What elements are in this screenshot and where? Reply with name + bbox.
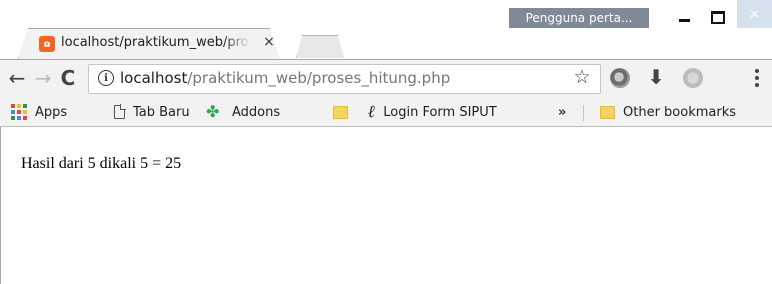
puzzle-icon: ✤ <box>206 102 220 121</box>
xampp-favicon-icon: ɷ <box>39 36 55 52</box>
site-info-icon[interactable]: i <box>98 70 114 86</box>
bookmark-label: Apps <box>35 104 68 120</box>
bookmark-label: Tab Baru <box>133 104 190 120</box>
globe-extension-icon[interactable] <box>683 68 703 88</box>
window-border <box>0 127 1 284</box>
bookmark-label: Addons <box>232 104 281 120</box>
bookmark-star-icon[interactable]: ☆ <box>571 66 593 88</box>
forward-button[interactable]: → <box>31 66 55 90</box>
result-text: Hasil dari 5 dikali 5 = 25 <box>21 155 182 172</box>
tab-close-icon[interactable]: × <box>262 33 276 51</box>
double-chevron-icon: » <box>558 104 567 120</box>
url-host: localhost <box>120 69 188 87</box>
menu-kebab-icon[interactable] <box>750 66 764 90</box>
bookmark-folder[interactable] <box>333 102 356 122</box>
url-path: /praktikum_web/proses_hitung.php <box>187 69 451 87</box>
bookmarks-separator <box>583 105 584 121</box>
page-content <box>0 127 772 284</box>
bookmark-tab-baru[interactable]: Tab Baru <box>114 102 190 122</box>
reload-button[interactable]: C <box>56 66 80 90</box>
new-tab-button[interactable] <box>296 35 344 58</box>
back-button[interactable]: ← <box>5 66 29 90</box>
profile-button[interactable]: Pengguna perta... <box>509 8 649 28</box>
apps-grid-icon <box>11 104 27 120</box>
bookmark-login-form-siput[interactable]: ℓ Login Form SIPUT <box>368 102 497 122</box>
close-window-button[interactable]: × <box>737 0 772 28</box>
download-icon[interactable]: ⬇ <box>645 65 667 89</box>
url-text[interactable]: localhost/praktikum_web/proses_hitung.ph… <box>120 69 450 89</box>
bookmark-label: Other bookmarks <box>623 104 737 120</box>
script-l-icon: ℓ <box>368 102 376 122</box>
tab-title: localhost/praktikum_web/proses_hitung.ph… <box>61 35 251 53</box>
bookmark-apps[interactable]: Apps <box>11 102 67 122</box>
folder-icon <box>333 105 348 119</box>
bookmark-other-bookmarks[interactable]: Other bookmarks <box>600 102 736 122</box>
maximize-button[interactable] <box>701 5 735 29</box>
extension-icon[interactable] <box>610 68 630 88</box>
bookmarks-overflow-button[interactable]: » <box>558 102 566 122</box>
minimize-button[interactable] <box>667 5 701 29</box>
folder-icon <box>600 105 615 119</box>
bookmark-label: Login Form SIPUT <box>383 104 497 120</box>
bookmark-addons[interactable]: ✤ Addons <box>206 102 280 122</box>
page-icon <box>114 104 126 119</box>
